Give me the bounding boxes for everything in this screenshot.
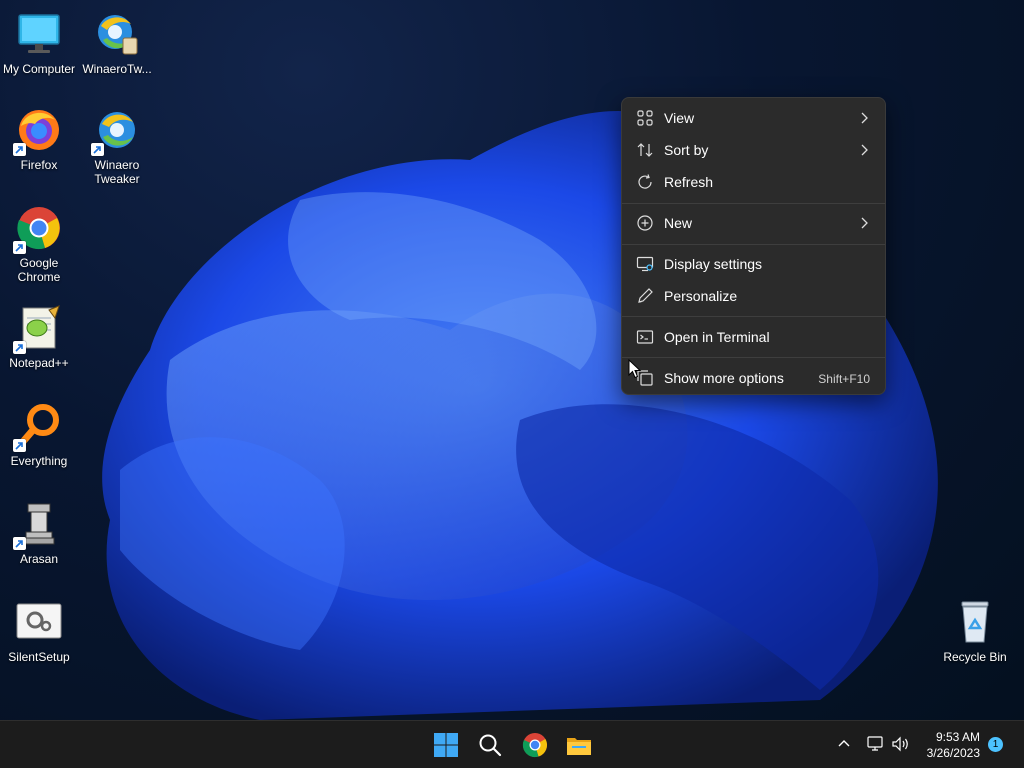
menu-item-show-more-options[interactable]: Show more options Shift+F10 [626,363,881,393]
desktop-icon-label: Notepad++ [9,356,69,370]
desktop-icon-notepadpp[interactable]: Notepad++ [0,304,78,370]
desktop-icon-label: Arasan [19,552,59,566]
chrome-icon [522,733,548,758]
clock-date: 3/26/2023 [926,746,980,760]
menu-item-display-settings[interactable]: Display settings [626,249,881,279]
chess-rook-icon [13,500,63,550]
winaero-tweaker-icon [93,10,141,58]
menu-separator [622,357,885,358]
search-button[interactable] [474,729,506,761]
start-button[interactable] [430,729,462,761]
speaker-icon [892,736,908,752]
chevron-up-icon [838,740,850,747]
shortcut-arrow-icon [13,143,26,156]
menu-item-view[interactable]: View [626,103,881,133]
taskbar-chrome-button[interactable] [519,729,551,761]
network-button[interactable] [866,735,886,753]
desktop-icon-label: Winaero Tweaker [94,158,140,186]
chevron-right-icon [859,111,869,125]
desktop-icon-label: My Computer [2,62,76,76]
menu-item-new[interactable]: New [626,208,881,238]
taskbar: 9:53 AM 3/26/2023 1 [0,720,1024,768]
recycle-bin-icon [951,598,999,646]
menu-separator [622,316,885,317]
everything-search-icon [13,402,63,452]
search-icon [479,734,502,757]
display-settings-icon [636,255,654,273]
desktop-icon-my-computer[interactable]: My Computer [0,10,78,76]
chrome-icon [13,204,63,254]
menu-item-personalize[interactable]: Personalize [626,281,881,311]
keyboard-shortcut: Shift+F10 [818,372,870,386]
mouse-cursor-icon [628,358,642,384]
menu-separator [622,203,885,204]
desktop-icon-firefox[interactable]: Firefox [0,106,78,172]
desktop-icon-everything[interactable]: Everything [0,402,78,468]
desktop-icon-google-chrome[interactable]: Google Chrome [0,204,78,284]
refresh-icon [636,173,654,191]
menu-item-label: Refresh [664,174,714,190]
desktop[interactable]: My Computer WinaeroTw... Firefox Winaero… [0,0,1024,720]
shortcut-arrow-icon [13,537,26,550]
volume-button[interactable] [891,735,911,753]
desktop-icon-winaero-tweaker-2[interactable]: Winaero Tweaker [78,106,156,186]
menu-item-label: View [664,110,695,126]
menu-item-label: Show more options [664,370,784,386]
shortcut-arrow-icon [13,241,26,254]
setup-gear-icon [15,598,63,646]
menu-item-refresh[interactable]: Refresh [626,167,881,197]
desktop-icon-silentsetup[interactable]: SilentSetup [0,598,78,664]
desktop-icon-label: WinaeroTw... [82,62,152,76]
menu-item-label: New [664,215,693,231]
notepadpp-icon [13,304,63,354]
file-explorer-icon [567,738,591,755]
desktop-icon-label: Everything [10,454,68,468]
menu-separator [622,244,885,245]
menu-item-label: Display settings [664,256,763,272]
shortcut-arrow-icon [13,439,26,452]
menu-item-label: Open in Terminal [664,329,770,345]
desktop-context-menu: View Sort by Refresh New Display setting… [621,97,886,395]
desktop-icon-recycle-bin[interactable]: Recycle Bin [936,598,1014,664]
network-icon [867,736,883,751]
desktop-icon-arasan[interactable]: Arasan [0,500,78,566]
monitor-icon [15,10,63,58]
winaero-tweaker-icon [91,106,141,156]
chevron-right-icon [859,143,869,157]
desktop-icon-label: Recycle Bin [943,650,1007,664]
start-icon [434,733,458,757]
terminal-icon [636,328,654,346]
desktop-icon-label: SilentSetup [8,650,70,664]
chevron-right-icon [859,216,869,230]
menu-item-label: Personalize [664,288,738,304]
menu-item-sort-by[interactable]: Sort by [626,135,881,165]
clock-time: 9:53 AM [935,730,980,744]
shortcut-arrow-icon [13,341,26,354]
sort-arrows-icon [636,141,654,159]
desktop-icon-label: Firefox [20,158,58,172]
view-grid-icon [636,109,654,127]
pen-icon [636,287,654,305]
shortcut-arrow-icon [91,143,104,156]
menu-item-open-in-terminal[interactable]: Open in Terminal [626,322,881,352]
desktop-icon-winaero-tweaker-1[interactable]: WinaeroTw... [78,10,156,76]
menu-item-label: Sort by [664,142,709,158]
new-plus-icon [636,214,654,232]
desktop-icon-label: Google Chrome [17,256,61,284]
notification-badge[interactable]: 1 [988,737,1003,752]
show-hidden-icons-button[interactable] [836,736,852,752]
file-explorer-button[interactable] [563,729,595,761]
clock-button[interactable]: 9:53 AM 3/26/2023 [918,729,982,761]
firefox-icon [13,106,63,156]
